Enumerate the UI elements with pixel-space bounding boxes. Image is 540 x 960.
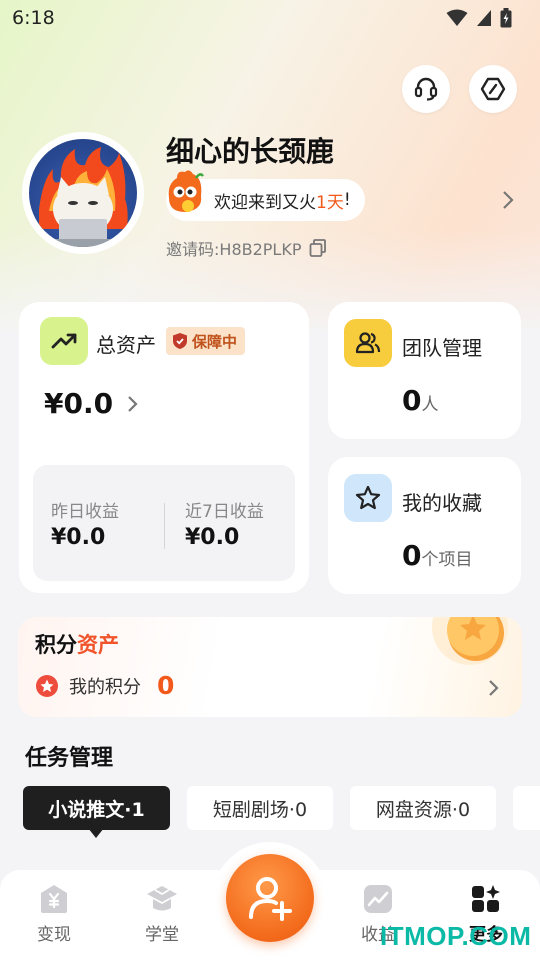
points-chevron-right-icon[interactable]: [488, 679, 500, 697]
welcome-text: 欢迎来到又火: [214, 192, 316, 213]
nav-item-cash[interactable]: 变现: [9, 884, 99, 945]
invite-text: 邀请码:H8B2PLKP: [166, 240, 302, 259]
favorites-title: 我的收藏: [402, 491, 482, 515]
battery-icon: [500, 8, 512, 28]
mascot-icon: [168, 170, 204, 212]
favorites-card[interactable]: 我的收藏 0个项目: [328, 457, 521, 594]
task-management-title: 任务管理: [25, 746, 114, 771]
headset-icon: [414, 77, 438, 101]
wifi-icon: [446, 9, 468, 26]
earnings-icon: [364, 885, 392, 913]
nav-label-cash: 变现: [37, 925, 71, 945]
welcome-days: 1天: [316, 192, 344, 213]
avatar-image: [29, 139, 137, 247]
tab-cloud-resources[interactable]: 网盘资源·0: [350, 786, 496, 830]
team-icon-box: [344, 319, 392, 367]
tab-novel[interactable]: 小说推文·1: [23, 786, 170, 830]
settings-icon: [480, 77, 506, 101]
favorites-count: 0个项目: [402, 539, 473, 572]
points-title: 积分资产: [35, 633, 119, 657]
coin-icon: [432, 617, 508, 665]
status-bar: 6:18: [0, 0, 540, 36]
team-count: 0人: [402, 384, 439, 417]
cell-signal-icon: [477, 10, 491, 26]
status-time: 6:18: [12, 7, 55, 29]
trending-up-icon: [51, 333, 77, 349]
status-icons: [446, 8, 512, 28]
team-management-card[interactable]: 团队管理 0人: [328, 302, 521, 439]
total-assets-title: 总资产: [96, 333, 156, 357]
tab-short-drama[interactable]: 短剧剧场·0: [187, 786, 333, 830]
team-icon: [355, 332, 381, 354]
trend-icon-box: [40, 317, 88, 365]
avatar[interactable]: [22, 132, 144, 254]
yesterday-earnings-value: ¥0.0: [51, 525, 106, 550]
week-earnings-label: 近7日收益: [185, 502, 264, 522]
week-earnings-value: ¥0.0: [185, 525, 240, 550]
nav-item-school[interactable]: 学堂: [117, 884, 207, 945]
my-points-row: 我的积分 0: [35, 671, 174, 700]
total-assets-value: ¥0.0: [44, 387, 114, 420]
active-tab-pointer: [88, 828, 104, 838]
school-icon: [147, 886, 177, 911]
protected-badge: 保障中: [166, 327, 246, 355]
nav-label-school: 学堂: [145, 925, 179, 945]
watermark: ITMOP.COM: [380, 921, 532, 951]
cash-icon: [41, 885, 67, 913]
earnings-divider: [164, 503, 165, 549]
star-icon-box: [344, 474, 392, 522]
more-icon: [472, 885, 500, 912]
points-badge-icon: [36, 674, 58, 697]
customer-service-button[interactable]: [402, 65, 450, 113]
earnings-panel: 昨日收益 ¥0.0 近7日收益 ¥0.0: [33, 465, 295, 581]
my-points-label: 我的积分: [69, 676, 141, 698]
team-management-title: 团队管理: [402, 336, 482, 360]
yesterday-earnings-label: 昨日收益: [51, 502, 119, 522]
copy-icon[interactable]: [309, 239, 327, 257]
tab-more-partial[interactable]: [513, 786, 540, 830]
settings-button[interactable]: [469, 65, 517, 113]
profile-chevron-right-icon[interactable]: [501, 190, 515, 210]
shield-icon: [173, 333, 187, 349]
assets-chevron-right-icon[interactable]: [127, 395, 139, 413]
welcome-suffix: !: [343, 190, 351, 210]
username: 细心的长颈鹿: [166, 135, 335, 168]
invite-code-row: 邀请码:H8B2PLKP: [166, 236, 327, 260]
my-points-value: 0: [157, 671, 175, 700]
add-user-icon: [249, 877, 292, 921]
star-icon: [355, 485, 381, 510]
points-card[interactable]: 积分资产 我的积分 0: [18, 617, 522, 717]
add-member-button[interactable]: [226, 854, 314, 942]
